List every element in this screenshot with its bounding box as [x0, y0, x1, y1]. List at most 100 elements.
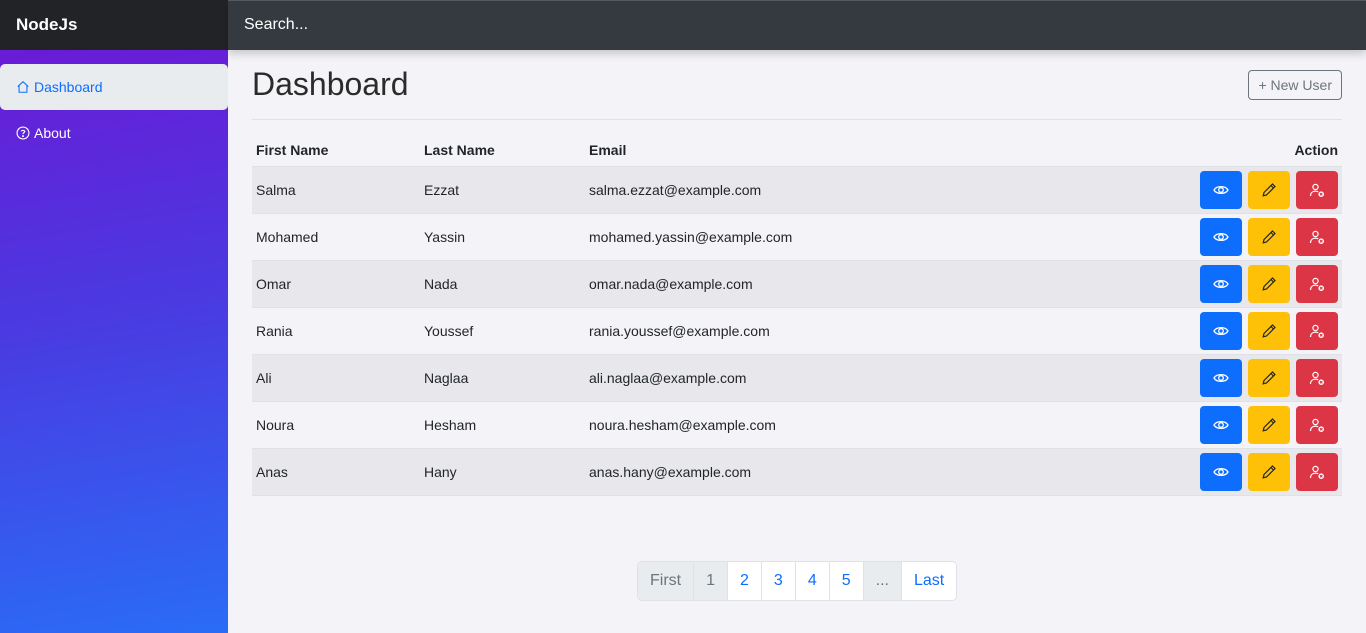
pagination: First 1 2 3 4 5 ... Last	[637, 561, 958, 601]
sidebar-item-about[interactable]: About	[0, 110, 228, 156]
user-x-icon	[1309, 370, 1325, 386]
cell-last-name: Hany	[420, 448, 585, 496]
cell-email: noura.hesham@example.com	[585, 401, 1026, 449]
edit-user-button[interactable]	[1248, 170, 1290, 209]
eye-icon	[1213, 229, 1229, 245]
table-row: Noura Hesham noura.hesham@example.com	[252, 401, 1342, 449]
table-row: Salma Ezzat salma.ezzat@example.com	[252, 166, 1342, 214]
table-row: Rania Youssef rania.youssef@example.com	[252, 307, 1342, 355]
pencil-icon	[1261, 417, 1277, 433]
page-5[interactable]: 5	[829, 562, 864, 600]
eye-icon	[1213, 276, 1229, 292]
user-x-icon	[1309, 323, 1325, 339]
cell-first-name: Salma	[252, 166, 420, 214]
cell-actions	[1025, 166, 1342, 214]
column-header-first-name: First Name	[252, 134, 420, 167]
user-x-icon	[1309, 464, 1325, 480]
sidebar-item-dashboard[interactable]: Dashboard	[0, 64, 228, 110]
cell-last-name: Naglaa	[420, 354, 585, 402]
delete-user-button[interactable]	[1296, 170, 1338, 209]
delete-user-button[interactable]	[1296, 311, 1338, 350]
edit-user-button[interactable]	[1248, 452, 1290, 491]
cell-actions	[1025, 354, 1342, 402]
cell-first-name: Mohamed	[252, 213, 420, 261]
view-user-button[interactable]	[1200, 217, 1242, 256]
cell-first-name: Rania	[252, 307, 420, 355]
page-header: Dashboard + New User	[252, 50, 1342, 120]
cell-email: anas.hany@example.com	[585, 448, 1026, 496]
cell-actions	[1025, 401, 1342, 449]
pencil-icon	[1261, 182, 1277, 198]
pencil-icon	[1261, 276, 1277, 292]
page-4[interactable]: 4	[795, 562, 830, 600]
table-row: Omar Nada omar.nada@example.com	[252, 260, 1342, 308]
cell-first-name: Noura	[252, 401, 420, 449]
view-user-button[interactable]	[1200, 311, 1242, 350]
delete-user-button[interactable]	[1296, 358, 1338, 397]
table-header-row: First Name Last Name Email Action	[252, 134, 1342, 167]
page-2[interactable]: 2	[728, 562, 762, 600]
view-user-button[interactable]	[1200, 405, 1242, 444]
eye-icon	[1213, 323, 1229, 339]
cell-actions	[1025, 307, 1342, 355]
delete-user-button[interactable]	[1296, 264, 1338, 303]
page-last[interactable]: Last	[901, 562, 957, 600]
main-content: Dashboard + New User First Name Last Nam…	[252, 50, 1342, 496]
table-row: Anas Hany anas.hany@example.com	[252, 448, 1342, 496]
user-x-icon	[1309, 417, 1325, 433]
sidebar-item-label: About	[34, 125, 71, 141]
page-1: 1	[694, 562, 729, 600]
page-3[interactable]: 3	[761, 562, 796, 600]
table-row: Mohamed Yassin mohamed.yassin@example.com	[252, 213, 1342, 261]
top-bar: NodeJs	[0, 0, 1366, 50]
eye-icon	[1213, 464, 1229, 480]
cell-email: ali.naglaa@example.com	[585, 354, 1026, 402]
sidebar-item-label: Dashboard	[34, 79, 103, 95]
users-table: First Name Last Name Email Action Salma E…	[252, 134, 1342, 496]
cell-email: salma.ezzat@example.com	[585, 166, 1026, 214]
edit-user-button[interactable]	[1248, 405, 1290, 444]
eye-icon	[1213, 417, 1229, 433]
view-user-button[interactable]	[1200, 452, 1242, 491]
cell-email: rania.youssef@example.com	[585, 307, 1026, 355]
column-header-last-name: Last Name	[420, 134, 585, 167]
cell-actions	[1025, 448, 1342, 496]
eye-icon	[1213, 370, 1229, 386]
eye-icon	[1213, 182, 1229, 198]
view-user-button[interactable]	[1200, 358, 1242, 397]
cell-last-name: Nada	[420, 260, 585, 308]
house-icon	[17, 81, 29, 93]
page-ellipsis: ...	[863, 562, 902, 600]
cell-last-name: Hesham	[420, 401, 585, 449]
view-user-button[interactable]	[1200, 170, 1242, 209]
new-user-button[interactable]: + New User	[1248, 70, 1342, 100]
edit-user-button[interactable]	[1248, 264, 1290, 303]
cell-last-name: Ezzat	[420, 166, 585, 214]
pencil-icon	[1261, 370, 1277, 386]
user-x-icon	[1309, 229, 1325, 245]
edit-user-button[interactable]	[1248, 311, 1290, 350]
delete-user-button[interactable]	[1296, 452, 1338, 491]
question-circle-icon	[16, 126, 30, 140]
delete-user-button[interactable]	[1296, 405, 1338, 444]
pencil-icon	[1261, 229, 1277, 245]
cell-first-name: Omar	[252, 260, 420, 308]
sidebar: Dashboard About	[0, 50, 228, 633]
user-x-icon	[1309, 182, 1325, 198]
delete-user-button[interactable]	[1296, 217, 1338, 256]
column-header-email: Email	[585, 134, 1026, 167]
cell-actions	[1025, 213, 1342, 261]
edit-user-button[interactable]	[1248, 358, 1290, 397]
table-body: Salma Ezzat salma.ezzat@example.com Mohamed…	[252, 166, 1342, 496]
view-user-button[interactable]	[1200, 264, 1242, 303]
cell-first-name: Anas	[252, 448, 420, 496]
search-input[interactable]	[228, 1, 1366, 49]
brand-logo[interactable]: NodeJs	[0, 0, 228, 50]
user-x-icon	[1309, 276, 1325, 292]
column-header-action: Action	[1025, 134, 1342, 167]
search-bar	[228, 0, 1366, 50]
edit-user-button[interactable]	[1248, 217, 1290, 256]
cell-actions	[1025, 260, 1342, 308]
pencil-icon	[1261, 464, 1277, 480]
cell-last-name: Yassin	[420, 213, 585, 261]
